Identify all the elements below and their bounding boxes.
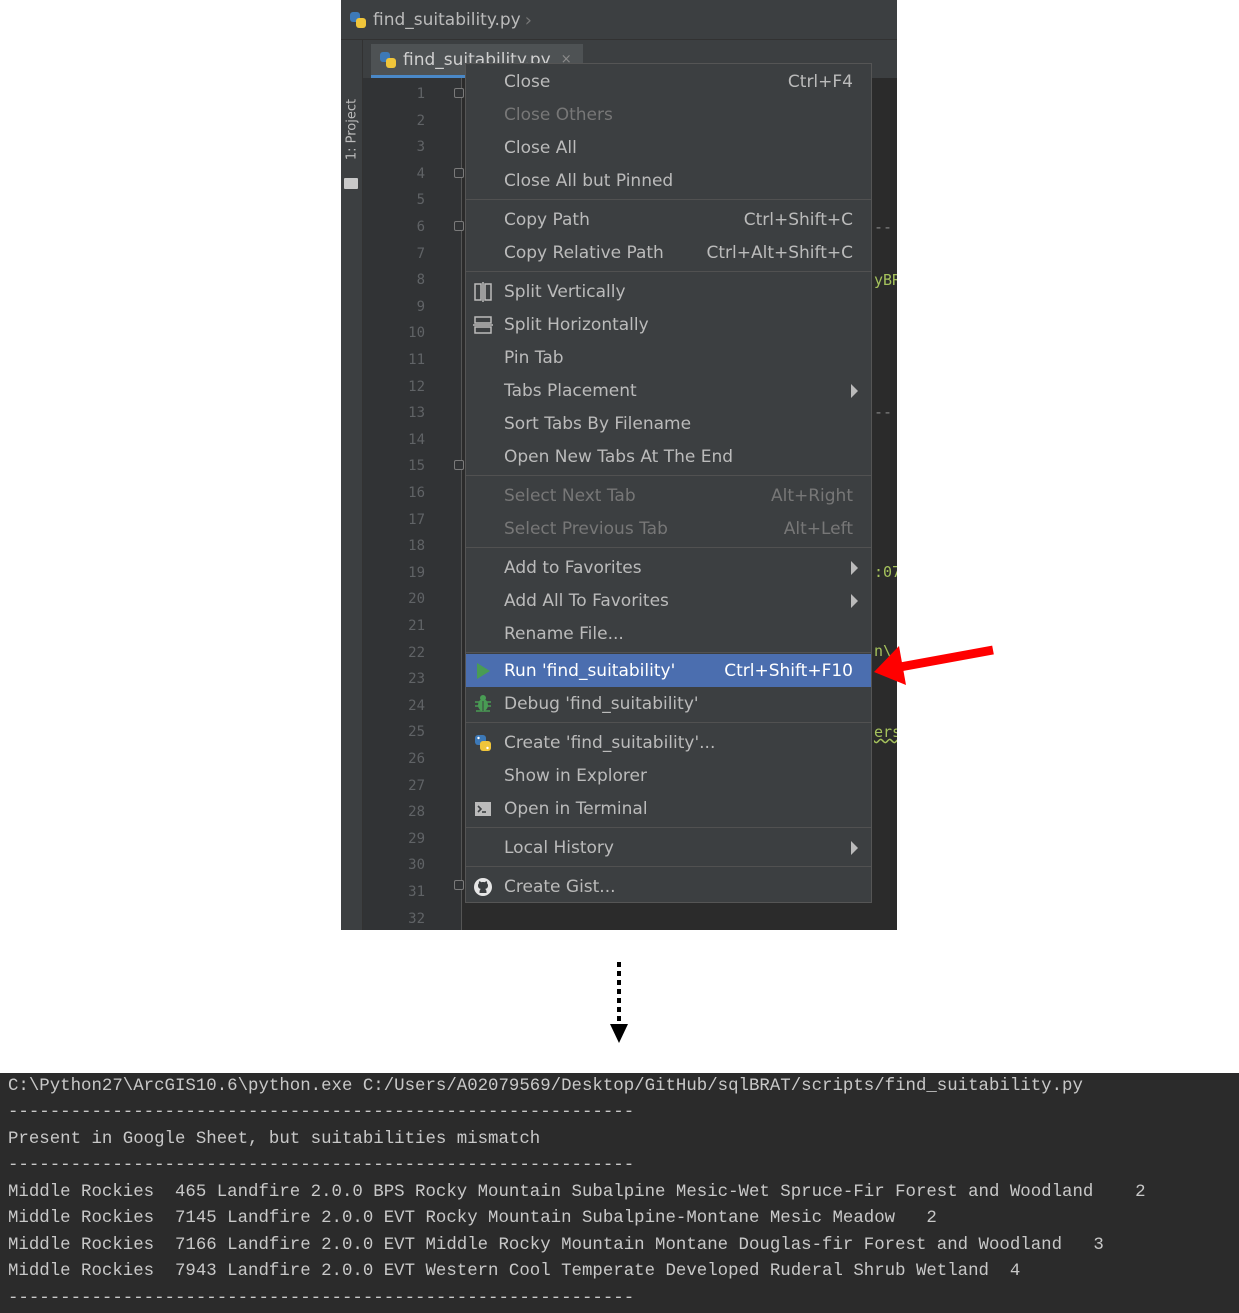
console-line: ----------------------------------------… bbox=[8, 1156, 635, 1175]
console-line: Present in Google Sheet, but suitabiliti… bbox=[8, 1130, 541, 1149]
console-line: ----------------------------------------… bbox=[8, 1103, 635, 1122]
console-line: Middle Rockies 7145 Landfire 2.0.0 EVT R… bbox=[8, 1209, 937, 1228]
console-line: C:\Python27\ArcGIS10.6\python.exe C:/Use… bbox=[8, 1077, 1083, 1096]
run-console-output: C:\Python27\ArcGIS10.6\python.exe C:/Use… bbox=[0, 1073, 1239, 1313]
console-line: Middle Rockies 465 Landfire 2.0.0 BPS Ro… bbox=[8, 1183, 1146, 1202]
console-line: Middle Rockies 7166 Landfire 2.0.0 EVT M… bbox=[8, 1236, 1104, 1255]
console-line: ----------------------------------------… bbox=[8, 1289, 635, 1308]
dotted-down-arrow-icon bbox=[610, 962, 628, 1043]
console-line: Middle Rockies 7943 Landfire 2.0.0 EVT W… bbox=[8, 1262, 1021, 1281]
